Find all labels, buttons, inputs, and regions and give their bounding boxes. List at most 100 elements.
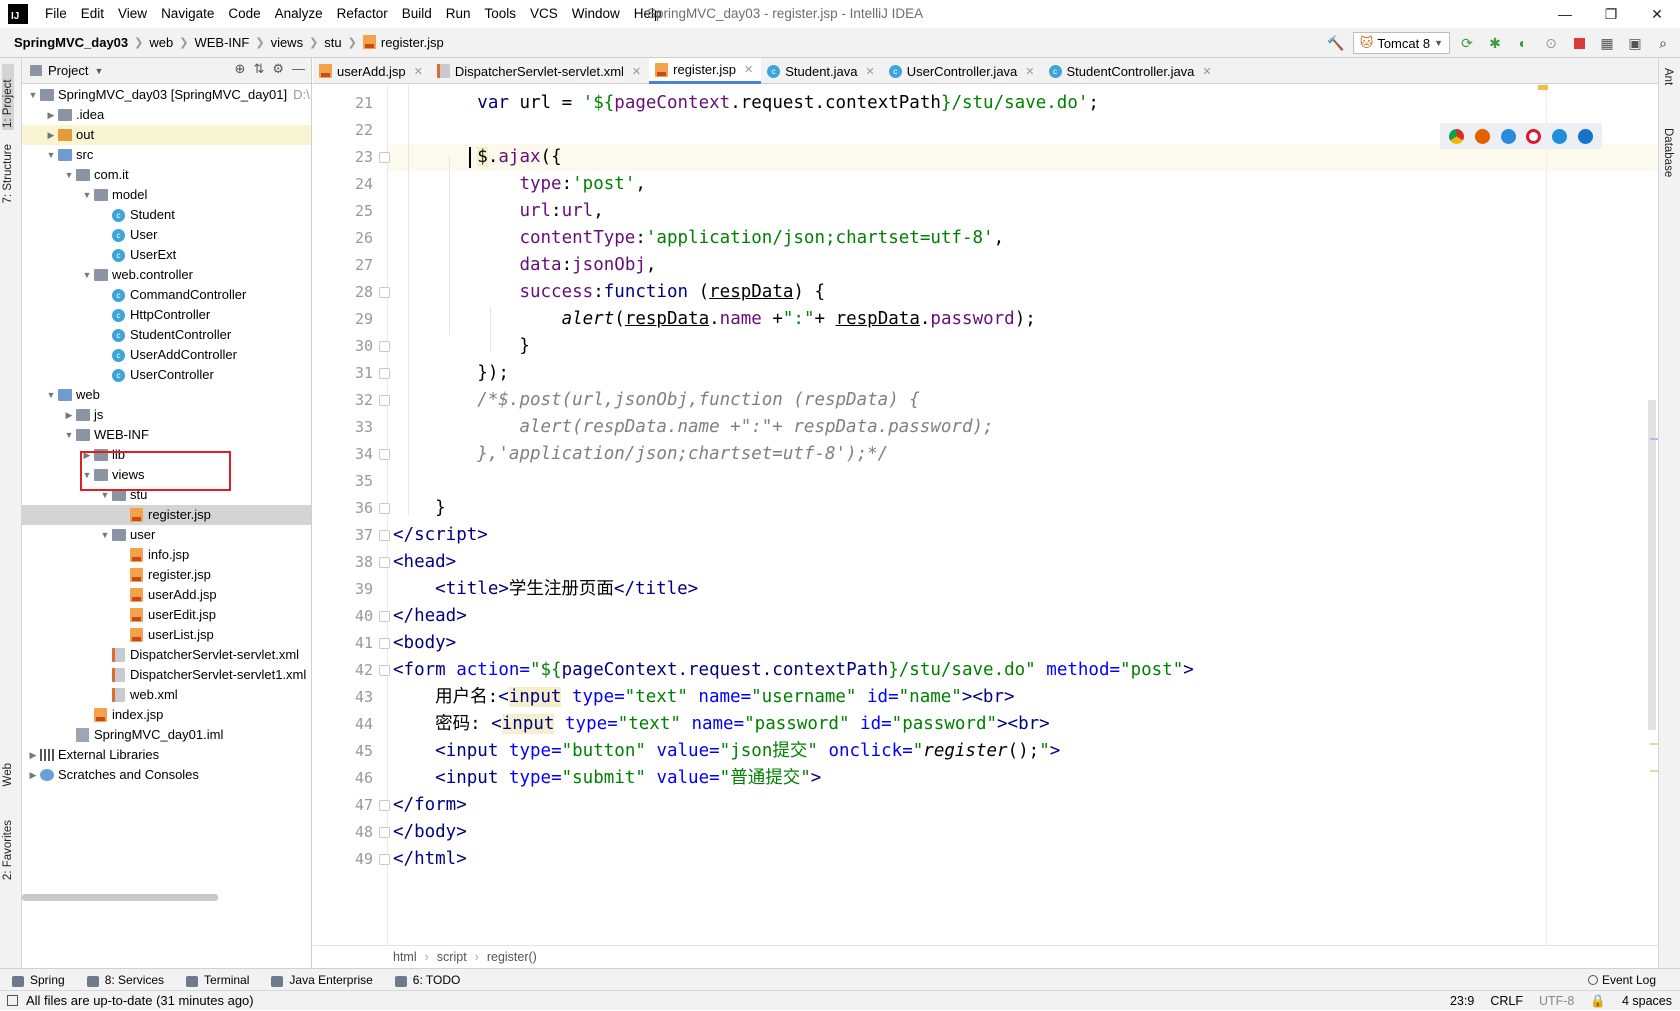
menu-file[interactable]: File — [38, 0, 74, 28]
collapsed-arrow-icon[interactable]: ▶ — [44, 125, 58, 145]
menu-vcs[interactable]: VCS — [523, 0, 565, 28]
breadcrumb-item[interactable]: web — [145, 35, 177, 50]
expanded-arrow-icon[interactable]: ▼ — [80, 265, 94, 285]
menu-code[interactable]: Code — [221, 0, 267, 28]
fold-marker-icon[interactable] — [379, 368, 390, 379]
tree-node[interactable]: register.jsp — [22, 505, 311, 525]
database-tool-button[interactable]: Database — [1662, 128, 1674, 177]
tree-node[interactable]: ▼ user — [22, 525, 311, 545]
code-line[interactable]: success:function (respData) { — [393, 279, 825, 306]
menu-refactor[interactable]: Refactor — [330, 0, 395, 28]
code-editor[interactable]: 21 22 23 24 25 26 27 28 29 30 31 32 33 34 35 36 37 38 39 40… — [313, 85, 1658, 945]
code-line[interactable]: },'application/json;chartset=utf-8');*/ — [393, 441, 888, 468]
collapsed-arrow-icon[interactable]: ▶ — [62, 405, 76, 425]
fold-marker-icon[interactable] — [379, 827, 390, 838]
fold-marker-icon[interactable] — [379, 557, 390, 568]
tree-node[interactable]: DispatcherServlet-servlet1.xml — [22, 665, 311, 685]
hide-icon[interactable]: — — [292, 61, 305, 77]
breadcrumb-item[interactable]: SpringMVC_day03 — [10, 35, 132, 50]
lock-icon[interactable]: 🔒 — [1590, 994, 1606, 1009]
tree-node[interactable]: ▶ js — [22, 405, 311, 425]
project-horizontal-scrollbar[interactable] — [22, 894, 218, 901]
tree-node[interactable]: c UserController — [22, 365, 311, 385]
tree-node[interactable]: userEdit.jsp — [22, 605, 311, 625]
safari-icon[interactable] — [1500, 128, 1516, 144]
menu-window[interactable]: Window — [565, 0, 627, 28]
expanded-arrow-icon[interactable]: ▼ — [44, 145, 58, 165]
breadcrumb-item[interactable]: WEB-INF — [190, 35, 253, 50]
tree-node[interactable]: c UserAddController — [22, 345, 311, 365]
internet-explorer-icon[interactable] — [1551, 128, 1567, 144]
code-line[interactable]: data:jsonObj, — [393, 252, 656, 279]
error-stripe-mark[interactable] — [1650, 743, 1658, 745]
menu-build[interactable]: Build — [395, 0, 439, 28]
status-toggle-icon[interactable] — [7, 995, 18, 1006]
tree-node[interactable]: c HttpController — [22, 305, 311, 325]
menu-navigate[interactable]: Navigate — [154, 0, 221, 28]
tree-node[interactable]: c UserExt — [22, 245, 311, 265]
expanded-arrow-icon[interactable]: ▼ — [44, 385, 58, 405]
collapsed-arrow-icon[interactable]: ▶ — [44, 105, 58, 125]
tree-node[interactable]: ▼ web — [22, 385, 311, 405]
debug-icon[interactable]: ✱ — [1484, 32, 1506, 54]
code-line[interactable]: </body> — [393, 819, 467, 846]
tree-node[interactable]: c CommandController — [22, 285, 311, 305]
tree-node[interactable]: ▼ src — [22, 145, 311, 165]
code-breadcrumb-item[interactable]: register() — [487, 950, 537, 964]
tree-node[interactable]: SpringMVC_day01.iml — [22, 725, 311, 745]
fold-marker-icon[interactable] — [379, 341, 390, 352]
code-line[interactable]: $.ajax({ — [393, 144, 562, 171]
tree-node[interactable]: index.jsp — [22, 705, 311, 725]
expanded-arrow-icon[interactable]: ▼ — [98, 525, 112, 545]
fold-marker-icon[interactable] — [379, 152, 390, 163]
code-line[interactable]: <input type="submit" value="普通提交"> — [393, 765, 821, 792]
tool-window-button[interactable]: Java Enterprise — [259, 973, 382, 987]
stop-icon[interactable] — [1568, 32, 1590, 54]
file-encoding[interactable]: UTF-8 — [1539, 994, 1574, 1008]
fold-marker-icon[interactable] — [379, 665, 390, 676]
tool-window-button[interactable]: Spring — [0, 973, 75, 987]
breadcrumb-item[interactable]: register.jsp — [359, 35, 448, 50]
code-line[interactable]: </script> — [393, 522, 488, 549]
code-line[interactable]: contentType:'application/json;chartset=u… — [393, 225, 1004, 252]
fold-marker-icon[interactable] — [379, 449, 390, 460]
tree-node[interactable]: info.jsp — [22, 545, 311, 565]
indent-setting[interactable]: 4 spaces — [1622, 994, 1672, 1008]
rerun-icon[interactable]: ⟳ — [1456, 32, 1478, 54]
coverage-icon[interactable]: ◐ — [1512, 32, 1534, 54]
event-log-button[interactable]: Event Log — [1587, 969, 1656, 991]
code-line[interactable]: }); — [393, 360, 509, 387]
fold-marker-icon[interactable] — [379, 638, 390, 649]
tree-node[interactable]: ▼ SpringMVC_day03 [SpringMVC_day01] D:\ — [22, 85, 311, 105]
code-line[interactable]: <title>学生注册页面</title> — [393, 576, 698, 603]
tree-node[interactable]: DispatcherServlet-servlet.xml — [22, 645, 311, 665]
tree-node[interactable]: ▼ model — [22, 185, 311, 205]
tree-node[interactable]: ▶ External Libraries — [22, 745, 311, 765]
close-tab-icon[interactable]: ✕ — [1025, 65, 1034, 78]
tool-window-button[interactable]: 6: TODO — [383, 973, 471, 987]
collapse-all-icon[interactable]: ⇅ — [253, 61, 264, 77]
code-line[interactable]: type:'post', — [393, 171, 645, 198]
expanded-arrow-icon[interactable]: ▼ — [80, 185, 94, 205]
fold-marker-icon[interactable] — [379, 503, 390, 514]
code-line[interactable]: var url = '${pageContext.request.context… — [393, 90, 1099, 117]
fold-marker-icon[interactable] — [379, 530, 390, 541]
locate-icon[interactable]: ⊕ — [235, 61, 246, 77]
tree-node[interactable]: ▼ web.controller — [22, 265, 311, 285]
opera-icon[interactable] — [1526, 128, 1542, 144]
editor-tab[interactable]: register.jsp ✕ — [649, 58, 762, 84]
chevron-down-icon[interactable]: ▼ — [94, 66, 103, 76]
code-line[interactable]: <form action="${pageContext.request.cont… — [393, 657, 1194, 684]
run-configuration-select[interactable]: 🐱 Tomcat 8 ▼ — [1352, 32, 1450, 54]
web-tool-button[interactable]: Web — [2, 763, 14, 786]
favorites-tool-button[interactable]: 2: Favorites — [2, 820, 14, 880]
tree-node[interactable]: c User — [22, 225, 311, 245]
error-stripe-mark[interactable] — [1650, 438, 1658, 440]
code-line[interactable]: <body> — [393, 630, 456, 657]
close-tab-icon[interactable]: ✕ — [1202, 65, 1211, 78]
fold-marker-icon[interactable] — [379, 395, 390, 406]
editor-tab[interactable]: userAdd.jsp ✕ — [313, 58, 431, 84]
gear-icon[interactable]: ⚙ — [272, 61, 284, 77]
code-line[interactable]: /*$.post(url,jsonObj,function (respData)… — [393, 387, 920, 414]
close-tab-icon[interactable]: ✕ — [744, 63, 753, 76]
